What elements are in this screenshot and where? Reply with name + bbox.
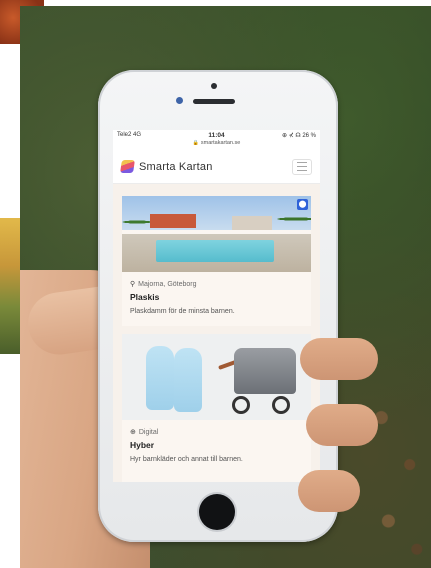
listing-description: Plaskdamm för de minsta barnen. <box>130 308 235 315</box>
logo-icon[interactable] <box>120 160 135 173</box>
listing-location: ⊕ Digital <box>130 428 303 437</box>
pool-photo: ⬤ <box>122 196 311 272</box>
hamburger-menu-icon[interactable] <box>292 158 312 175</box>
finger <box>306 404 378 446</box>
site-brand[interactable]: Smarta Kartan <box>139 161 292 173</box>
status-bar: Tele2 4G 11:04 ⊕ ⊀ ☊ 26 % <box>113 130 320 140</box>
url-text: smartakartan.se <box>200 140 241 146</box>
listing-card-plaskis[interactable]: ⬤ ⚲ Majorna, Göteborg Plaskis Plaskdamm … <box>122 196 311 326</box>
photo-pool-water <box>156 240 274 262</box>
listing-title[interactable]: Plaskis <box>130 292 303 302</box>
photo-stroller <box>234 348 296 394</box>
baby-gear-photo <box>122 334 311 420</box>
location-text: Majorna, Göteborg <box>138 280 197 288</box>
finger <box>298 470 360 512</box>
photo-building <box>150 214 196 228</box>
phone-screen: Tele2 4G 11:04 ⊕ ⊀ ☊ 26 % 🔒 smartakartan.… <box>113 130 320 482</box>
earpiece-speaker <box>193 99 235 104</box>
map-pin-icon: ⚲ <box>130 281 136 288</box>
home-button[interactable] <box>199 494 235 530</box>
photo-snowsuit <box>146 346 174 410</box>
photo-building <box>232 216 272 230</box>
listing-title[interactable]: Hyber <box>130 440 303 450</box>
background-photo-fragment-left <box>0 218 22 354</box>
lock-icon: 🔒 <box>192 140 199 146</box>
address-bar[interactable]: 🔒 smartakartan.se <box>113 140 320 150</box>
photo-stroller-wheel <box>272 396 290 414</box>
map-marker-icon[interactable]: ⬤ <box>297 199 308 210</box>
photo-stroller-wheel <box>232 396 250 414</box>
clock: 11:04 <box>208 131 225 139</box>
proximity-sensor <box>176 97 183 104</box>
photo-snowsuit <box>174 348 202 412</box>
finger <box>300 338 378 380</box>
listing-card-hyber[interactable]: ⊕ Digital Hyber Hyr barnkläder och annat… <box>122 334 311 482</box>
front-camera <box>211 83 217 89</box>
site-navbar: Smarta Kartan <box>113 150 320 184</box>
location-text: Digital <box>138 428 159 436</box>
listing-location: ⚲ Majorna, Göteborg <box>130 280 303 289</box>
listing-feed: ⬤ ⚲ Majorna, Göteborg Plaskis Plaskdamm … <box>113 184 320 482</box>
listing-description: Hyr barnkläder och annat till barnen. <box>130 456 243 463</box>
globe-icon: ⊕ <box>130 429 136 436</box>
